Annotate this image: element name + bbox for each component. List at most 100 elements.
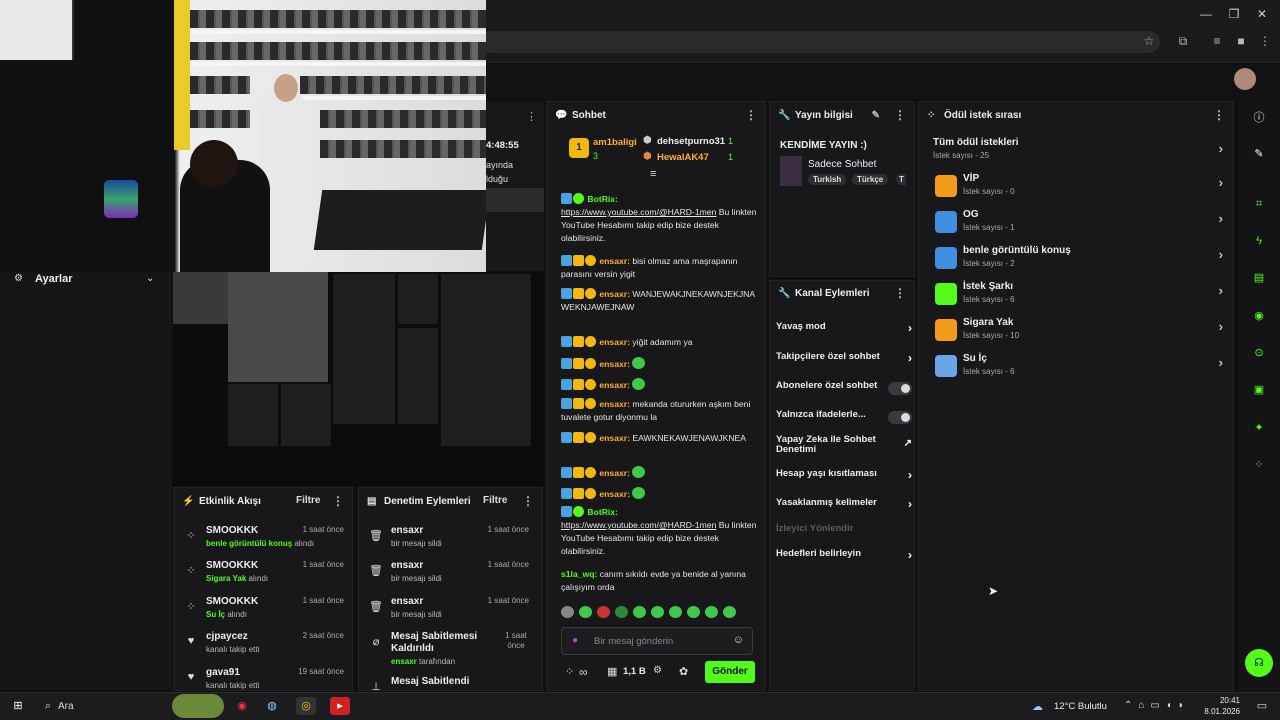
emoji-icon[interactable]: ☺	[733, 634, 744, 646]
notification-icon[interactable]: ▭	[1252, 697, 1272, 715]
reward-item[interactable]: benle görüntülü konuş İstek sayısı - 2 ›	[933, 245, 1223, 275]
panel-title: Ödül istek sırası	[944, 109, 1022, 121]
action-ai-moderation[interactable]: Yapay Zeka ile Sohbet Denetimi ↗	[776, 435, 912, 459]
avatar[interactable]	[1234, 68, 1256, 90]
heart-icon: ♥	[187, 635, 195, 647]
menu-icon[interactable]: ⋮	[1256, 34, 1274, 50]
panels-icon[interactable]: ▣	[1248, 379, 1270, 401]
gift-icon[interactable]: ✿	[679, 665, 688, 678]
help-icon[interactable]: ☊	[1245, 649, 1273, 677]
action-goals[interactable]: Hedefleri belirleyin ›	[776, 548, 912, 568]
list-item: 🗑 ensaxr 1 saat önce bir mesajı sildi	[369, 596, 529, 619]
list-icon[interactable]: ▤	[1248, 267, 1270, 289]
chevron-right-icon: ›	[908, 351, 912, 365]
edit-icon[interactable]: ✎	[1248, 143, 1270, 165]
tag[interactable]: Türkçe	[852, 174, 889, 185]
chevron-down-icon[interactable]: ⌄	[146, 273, 154, 284]
reward-icon: ⁘	[927, 109, 936, 121]
more-icon[interactable]: ⋮	[526, 110, 537, 123]
profile-flag-icon[interactable]: ■	[1232, 34, 1250, 50]
partial-box	[486, 188, 544, 212]
edit-icon[interactable]: ✎	[872, 110, 880, 121]
reward-item[interactable]: İstek Şarkı İstek sayısı - 6 ›	[933, 281, 1223, 311]
send-button[interactable]: Gönder	[705, 661, 755, 683]
app-icon[interactable]: ▸	[330, 697, 350, 715]
emote-only-toggle[interactable]	[888, 411, 912, 424]
clock-time[interactable]: 20:41	[1208, 696, 1240, 705]
chat-icon[interactable]: ◉	[1248, 305, 1270, 327]
chevron-right-icon: ›	[1218, 319, 1223, 334]
reward-item[interactable]: VİP İstek sayısı - 0 ›	[933, 173, 1223, 203]
broadcast-icon[interactable]: ⊙	[1248, 342, 1270, 364]
more-icon[interactable]: ⋮	[332, 494, 344, 508]
reward-item[interactable]: Su İç İstek sayısı - 6 ›	[933, 353, 1223, 383]
more-icon[interactable]: ⋮	[894, 108, 906, 122]
reward-item-icon	[935, 355, 957, 377]
more-icon[interactable]: ⋮	[894, 286, 906, 300]
reward-icon[interactable]: ⁘	[565, 665, 574, 678]
emote-icon	[632, 378, 646, 390]
extensions-icon[interactable]: ⧉	[1174, 34, 1192, 50]
reward-icon[interactable]: ⁘	[1248, 454, 1270, 476]
tray-icons[interactable]: ⌃⌂▭◖◗	[1124, 700, 1190, 711]
media-icon[interactable]: ≡	[1208, 34, 1226, 50]
rgb-light	[104, 180, 138, 218]
clock-date[interactable]: 8.01.2026	[1200, 707, 1240, 716]
widget-icon[interactable]	[172, 694, 224, 718]
reward-item[interactable]: Sigara Yak İstek sayısı - 10 ›	[933, 317, 1223, 347]
weather-text[interactable]: 12°C Bulutlu	[1054, 701, 1107, 712]
subscribers-toggle[interactable]	[888, 382, 912, 395]
action-banned-words[interactable]: Yasaklanmış kelimeler ›	[776, 497, 912, 517]
wrench-icon[interactable]: ✦	[1248, 417, 1270, 439]
chat-message: ensaxr: mekanda otururken aşkım beni tuv…	[561, 398, 751, 422]
category-name[interactable]: Sadece Sohbet	[808, 159, 876, 170]
settings-label[interactable]: Ayarlar	[35, 273, 73, 285]
list-item: ♥ cjpaycez 2 saat önce kanalı takip etti	[182, 631, 352, 665]
leader-name[interactable]: dehsetpurno31	[657, 136, 725, 147]
search-icon[interactable]: ⌕	[38, 697, 58, 715]
maximize-button[interactable]: ❐	[1224, 6, 1244, 22]
minimize-button[interactable]: —	[1196, 6, 1216, 22]
panel-title: Denetim Eylemleri	[384, 495, 471, 507]
tag[interactable]: Turkish	[808, 174, 847, 185]
more-icon[interactable]: ⋮	[522, 494, 534, 508]
panel-title: Yayın bilgisi	[795, 109, 853, 121]
reward-item[interactable]: OG İstek sayısı - 1 ›	[933, 209, 1223, 239]
reward-item-icon	[935, 211, 957, 233]
chrome-icon[interactable]: ◎	[296, 697, 316, 715]
chat-message: BotRix: https://www.youtube.com/@HARD-1me…	[561, 506, 757, 556]
filter-button[interactable]: Filtre	[483, 495, 507, 506]
filter-button[interactable]: Filtre	[296, 495, 320, 506]
steam-icon[interactable]: ◍	[262, 697, 282, 715]
chat-panel: 💬 Sohbet ⋮ 1 am1baligi 3 ⬢ dehsetpurno31 1…	[546, 101, 766, 691]
chat-message: ensaxr:	[561, 357, 761, 371]
mic-icon[interactable]: ●	[572, 635, 578, 646]
gear-icon[interactable]: ⚙	[653, 665, 662, 676]
action-account-age[interactable]: Hesap yaşı kısıtlaması ›	[776, 468, 912, 488]
tag[interactable]: T	[896, 174, 906, 185]
more-icon[interactable]: ⋮	[1213, 108, 1225, 122]
scan-icon[interactable]: ⌗	[1248, 193, 1270, 215]
leader-name[interactable]: am1baligi	[593, 137, 637, 148]
star-icon[interactable]: ☆	[1140, 34, 1158, 50]
info-icon[interactable]: ⓘ	[1248, 107, 1270, 129]
emote-bar[interactable]	[561, 606, 751, 620]
chat-message: ensaxr: bisi olmaz ama maşrapanın parası…	[561, 255, 738, 279]
bolt-icon[interactable]: ϟ	[1248, 230, 1270, 252]
address-bar[interactable]	[480, 31, 1160, 53]
chat-input[interactable]: ● Bir mesaj gönderin ☺	[561, 627, 753, 655]
close-button[interactable]: ✕	[1252, 6, 1272, 22]
action-followers-only[interactable]: Takipçilere özel sohbet ›	[776, 351, 912, 371]
input-placeholder: Bir mesaj gönderin	[594, 636, 674, 647]
more-icon[interactable]: ⋮	[745, 108, 757, 122]
taskbar-search[interactable]: Ara	[58, 701, 74, 712]
collapse-icon[interactable]: ≡	[650, 168, 656, 180]
app-icon[interactable]: ◉	[232, 697, 252, 715]
action-slow-mode[interactable]: Yavaş mod ›	[776, 321, 912, 341]
moderation-panel: ▤ Denetim Eylemleri ⋮ Filtre 🗑 ensaxr 1 saat…	[358, 487, 543, 691]
store-icon[interactable]: ▦	[607, 665, 617, 678]
start-icon[interactable]: ⊞	[8, 697, 28, 715]
reward-all[interactable]: Tüm ödül istekleri İstek sayısı - 25 ›	[933, 137, 1223, 167]
wrench-icon: 🔧	[778, 109, 791, 121]
leader-name[interactable]: HewalAK47	[657, 152, 709, 163]
